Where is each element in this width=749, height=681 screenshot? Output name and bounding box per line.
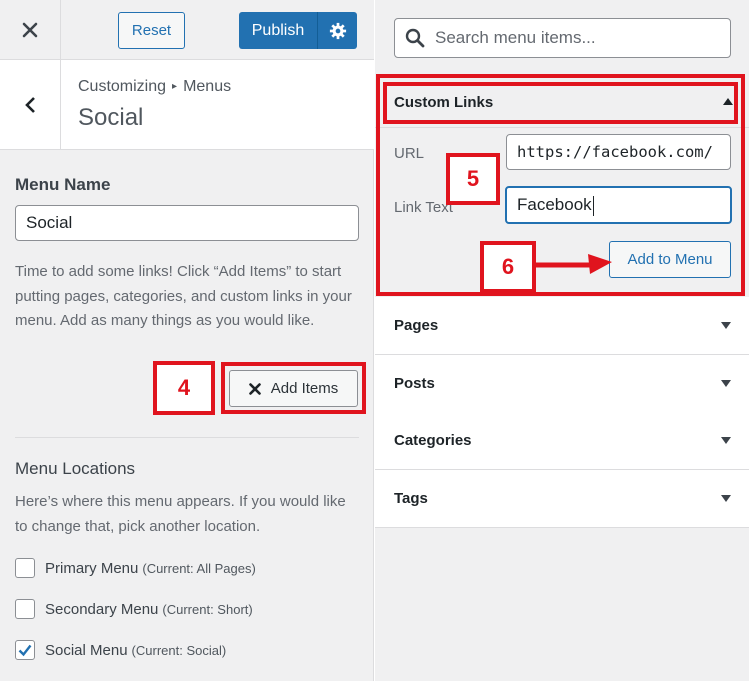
location-social-menu[interactable]: Social Menu (Current: Social) [15, 640, 226, 660]
annotation-arrow [534, 254, 612, 274]
search-input[interactable]: Search menu items... [394, 18, 731, 58]
accordion-tags[interactable]: Tags [375, 470, 749, 528]
search-icon [405, 28, 425, 48]
menu-locations-help: Here’s where this menu appears. If you w… [15, 493, 346, 535]
customizer-sidebar: Reset Publish Customizing ▸ Menus Social… [0, 0, 374, 681]
publish-button[interactable]: Publish [239, 12, 357, 49]
accordion-label: Tags [394, 490, 428, 507]
secondary-menu-checkbox[interactable] [15, 599, 35, 619]
breadcrumb: Customizing ▸ Menus [78, 78, 231, 96]
search-placeholder: Search menu items... [435, 28, 596, 47]
breadcrumb-parent: Customizing [78, 78, 167, 95]
social-menu-checkbox[interactable] [15, 640, 35, 660]
accordion-label: Posts [394, 375, 435, 392]
expand-arrow-icon [721, 495, 731, 502]
accordion-label: Categories [394, 432, 472, 449]
available-menu-items-panel: Search menu items... Custom Links URL ht… [375, 0, 749, 681]
customizer-header: Reset Publish [0, 0, 374, 60]
location-label: Social Menu (Current: Social) [45, 641, 227, 659]
gear-icon [329, 22, 346, 39]
primary-menu-checkbox[interactable] [15, 558, 35, 578]
accordion-posts[interactable]: Posts [375, 355, 749, 413]
publish-label: Publish [251, 21, 305, 39]
publish-settings-button[interactable] [317, 12, 357, 49]
section-header: Customizing ▸ Menus Social [0, 60, 374, 150]
annotation-step-4: 4 [153, 361, 215, 415]
back-button[interactable] [0, 60, 61, 149]
page-title: Social [78, 104, 144, 131]
expand-arrow-icon [721, 380, 731, 387]
location-label: Secondary Menu (Current: Short) [45, 600, 253, 618]
divider [15, 437, 359, 438]
menu-help-text: Time to add some links! Click “Add Items… [15, 263, 352, 329]
location-secondary-menu[interactable]: Secondary Menu (Current: Short) [15, 599, 253, 619]
accordion-categories[interactable]: Categories [375, 412, 749, 470]
menu-name-input[interactable]: Social [15, 205, 359, 241]
annotation-step-5: 5 [446, 153, 500, 205]
menu-name-label: Menu Name [15, 175, 111, 194]
annotation-highlight-custom-links-header [383, 82, 738, 124]
annotation-step-6: 6 [480, 241, 536, 293]
accordion-label: Pages [394, 317, 439, 334]
close-customizer-button[interactable] [0, 0, 61, 60]
checkmark-icon [18, 644, 32, 657]
close-icon [22, 22, 38, 38]
menu-locations-title: Menu Locations [15, 459, 136, 478]
breadcrumb-current: Menus [183, 78, 232, 95]
expand-arrow-icon [721, 437, 731, 444]
accordion-pages[interactable]: Pages [375, 297, 749, 355]
chevron-left-icon [25, 96, 35, 113]
reset-button[interactable]: Reset [118, 12, 185, 49]
breadcrumb-separator: ▸ [172, 81, 178, 92]
location-label: Primary Menu (Current: All Pages) [45, 559, 256, 577]
annotation-highlight-add-items [221, 362, 366, 414]
expand-arrow-icon [721, 322, 731, 329]
location-primary-menu[interactable]: Primary Menu (Current: All Pages) [15, 558, 256, 578]
